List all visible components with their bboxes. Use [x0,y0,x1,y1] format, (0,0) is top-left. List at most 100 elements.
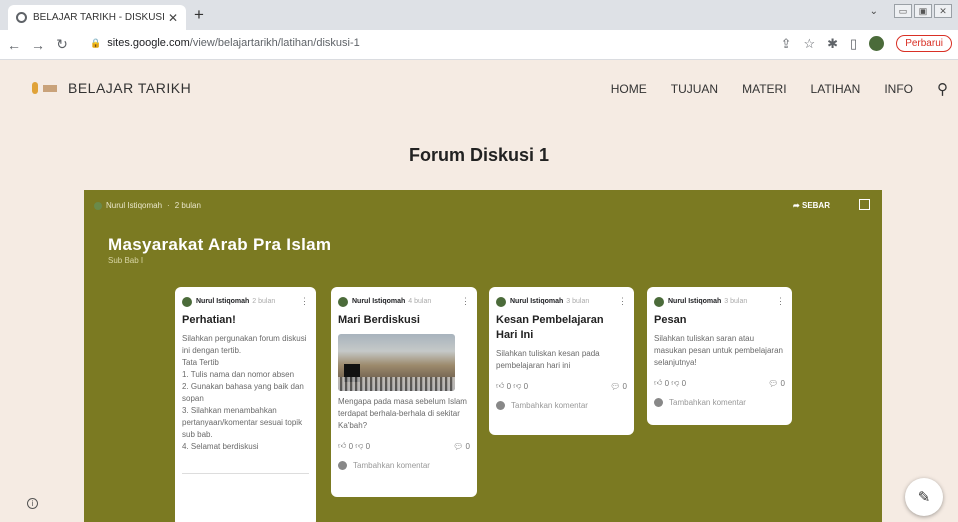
post-image[interactable] [338,334,455,391]
post-header: Nurul Istiqomah 3 bulan ⋮ [496,296,627,307]
dislike-count: 0 [523,381,529,391]
board-subtitle: Sub Bab I [108,256,144,265]
post-time: 3 bulan [566,298,590,305]
more-icon[interactable]: ⋮ [618,296,627,307]
board-author: Nurul Istiqomah · 2 bulan [94,201,201,210]
back-icon[interactable]: ← [4,37,24,53]
like-icon[interactable]: 👍︎ [654,378,662,388]
avatar [654,398,663,407]
site-logo[interactable] [32,82,57,94]
update-button[interactable]: Perbarui [896,35,952,52]
sidepanel-icon[interactable]: ▯ [850,36,857,52]
post-header: Nurul Istiqomah 3 bulan ⋮ [654,296,785,307]
dislike-count: 0 [365,441,371,451]
window-controls: ⌄ ▭ ▣ ✕ [870,4,952,18]
post-card-kesan[interactable]: Nurul Istiqomah 3 bulan ⋮ Kesan Pembelaj… [489,287,634,435]
info-icon[interactable]: i [27,498,38,509]
post-time: 4 bulan [408,298,432,305]
close-icon[interactable]: ✕ [168,11,178,25]
comment-icon[interactable]: 💬︎ 0 [768,379,785,388]
site-nav: HOME TUJUAN MATERI LATIHAN INFO ⚲ [611,80,948,98]
post-divider [182,473,309,474]
comment-icon[interactable]: 💬︎ 0 [453,442,470,451]
like-count: 0 [348,441,354,451]
nav-info[interactable]: INFO [884,82,913,96]
like-count: 0 [664,378,670,388]
dislike-icon[interactable]: 👎︎ [355,441,363,451]
url-domain: sites.google.com [107,37,190,49]
board-author-name: Nurul Istiqomah [106,201,163,210]
post-reactions: 👍︎ 0 👎︎ 0 💬︎ 0 [338,441,470,451]
post-card-perhatian[interactable]: Nurul Istiqomah 2 bulan ⋮ Perhatian! Sil… [175,287,316,522]
expand-icon[interactable] [859,199,870,210]
minimize-button[interactable]: ▭ [894,4,912,18]
dislike-icon[interactable]: 👎︎ [513,381,521,391]
nav-tujuan[interactable]: TUJUAN [671,82,718,96]
site-title[interactable]: BELAJAR TARIKH [68,80,191,96]
post-title: Mari Berdiskusi [338,314,420,326]
like-icon[interactable]: 👍︎ [338,441,346,451]
profile-avatar[interactable] [869,36,885,51]
post-header: Nurul Istiqomah 4 bulan ⋮ [338,296,470,307]
comment-placeholder: Tambahkan komentar [669,398,746,407]
close-window-button[interactable]: ✕ [934,4,952,18]
tab-title: BELAJAR TARIKH - DISKUSI 1 [33,12,168,23]
site-header: BELAJAR TARIKH HOME TUJUAN MATERI LATIHA… [0,60,958,116]
url-field[interactable]: 🔒 sites.google.com/view/belajartarikh/la… [90,37,360,49]
nav-latihan[interactable]: LATIHAN [811,82,861,96]
comment-count: 0 [622,381,627,391]
post-title: Perhatian! [182,314,236,326]
browser-tab-strip: BELAJAR TARIKH - DISKUSI 1 ✕ + ⌄ ▭ ▣ ✕ [0,0,958,30]
more-icon[interactable]: ⋮ [461,296,470,307]
avatar [338,296,348,307]
more-icon[interactable]: ⋮ [300,296,309,307]
post-body: Silahkan pergunakan forum diskusi ini de… [182,334,307,451]
crowd-shape [338,377,455,391]
board-time: 2 bulan [174,201,201,210]
logo-mark [32,82,38,94]
avatar [338,461,347,470]
post-reactions: 👍︎ 0 👎︎ 0 💬︎ 0 [496,381,627,391]
comment-icon[interactable]: 💬︎ 0 [610,382,627,391]
nav-materi[interactable]: MATERI [742,82,786,96]
post-author: Nurul Istiqomah [510,298,564,305]
comment-placeholder: Tambahkan komentar [511,401,588,410]
comment-placeholder: Tambahkan komentar [353,461,430,470]
avatar [182,296,192,307]
logo-text-mark [43,84,57,92]
add-comment-field[interactable]: Tambahkan komentar [496,401,627,410]
post-header: Nurul Istiqomah 2 bulan ⋮ [182,296,309,307]
post-body: Silahkan tuliskan kesan pada pembelajara… [496,349,600,370]
search-icon[interactable]: ⚲ [937,80,948,98]
post-author: Nurul Istiqomah [352,298,406,305]
more-icon[interactable]: ⋮ [776,296,785,307]
dislike-icon[interactable]: 👎︎ [671,378,679,388]
post-author: Nurul Istiqomah [668,298,722,305]
post-time: 3 bulan [724,298,748,305]
share-button[interactable]: ➦ SEBAR [793,201,830,210]
post-card-mari-berdiskusi[interactable]: Nurul Istiqomah 4 bulan ⋮ Mari Berdiskus… [331,287,477,497]
padlet-board: Nurul Istiqomah · 2 bulan ➦ SEBAR Masyar… [84,190,882,522]
post-card-pesan[interactable]: Nurul Istiqomah 3 bulan ⋮ Pesan Silahkan… [647,287,792,425]
like-icon[interactable]: 👍︎ [496,381,504,391]
post-body: Mengapa pada masa sebelum Islam terdapat… [338,397,467,430]
restore-button[interactable]: ▣ [914,4,932,18]
share-page-icon[interactable]: ⇪ [781,36,792,52]
globe-icon [16,12,27,23]
nav-home[interactable]: HOME [611,82,647,96]
add-comment-field[interactable]: Tambahkan komentar [654,398,785,407]
browser-tab[interactable]: BELAJAR TARIKH - DISKUSI 1 ✕ [8,5,186,30]
dislike-count: 0 [681,378,687,388]
tab-search-icon[interactable]: ⌄ [870,6,878,17]
post-title: Pesan [654,314,687,326]
share-label: SEBAR [801,201,830,210]
star-icon[interactable]: ☆ [803,36,815,52]
extensions-icon[interactable]: ✱ [827,36,838,52]
forward-icon[interactable]: → [28,37,48,53]
edit-pencil-icon[interactable]: ✎ [905,478,943,516]
add-comment-field[interactable]: Tambahkan komentar [338,461,470,470]
reload-icon[interactable]: ↻ [52,36,72,53]
avatar [94,201,102,210]
page-title: Forum Diskusi 1 [408,145,550,165]
new-tab-button[interactable]: + [194,5,204,25]
